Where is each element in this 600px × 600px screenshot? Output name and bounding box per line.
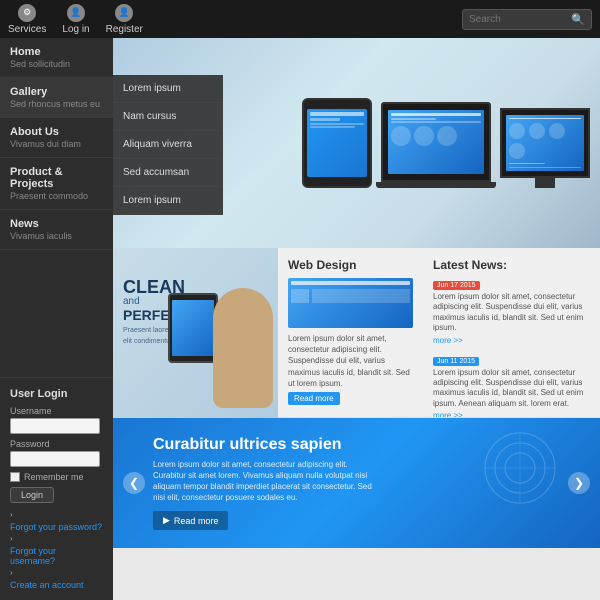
dropdown-item-1[interactable]: Nam cursus <box>113 103 223 131</box>
device-laptop-wrap <box>376 102 496 188</box>
banner-readmore-button[interactable]: ▶ Read more <box>153 511 228 530</box>
news-link-0[interactable]: more >> <box>433 336 463 345</box>
news-item-0: Jun 17 2015 Lorem ipsum dolor sit amet, … <box>433 278 590 346</box>
sidebar-item-home[interactable]: Home Sed sollicitudin <box>0 38 113 78</box>
forgot-username-link[interactable]: Forgot your username? <box>10 546 103 566</box>
banner-text: Lorem ipsum dolor sit amet, consectetur … <box>153 459 373 504</box>
sidebar-item-products[interactable]: Product & Projects Praesent commodo <box>0 158 113 210</box>
hero-devices <box>302 98 600 188</box>
remember-label: Remember me <box>24 472 84 482</box>
main-layout: Home Sed sollicitudin Gallery Sed rhoncu… <box>0 38 600 600</box>
dropdown-item-3[interactable]: Sed accumsan <box>113 159 223 187</box>
play-icon: ▶ <box>163 515 170 526</box>
web-design-preview <box>288 278 413 328</box>
dropdown-item-0[interactable]: Lorem ipsum <box>113 75 223 103</box>
register-icon: 👤 <box>115 4 133 22</box>
sidebar-item-gallery[interactable]: Gallery Sed rhoncus metus eu <box>0 78 113 118</box>
sidebar-about-sub: Vivamus dui diam <box>10 139 103 149</box>
create-account-link[interactable]: Create an account <box>10 580 103 590</box>
device-monitor <box>500 108 590 178</box>
blue-banner: ❮ Curabitur ultrices sapien Lorem ipsum … <box>113 418 600 548</box>
services-nav[interactable]: ⚙ Services <box>8 4 46 35</box>
news-date-0: Jun 17 2015 <box>433 281 480 290</box>
login-label: Log in <box>62 24 89 35</box>
chevron-icon-2: › <box>10 534 13 543</box>
password-input[interactable] <box>10 451 100 467</box>
web-design-section: Web Design Lorem ipsum dolor sit amet, c… <box>278 248 423 417</box>
hand-tablet-device <box>168 293 218 363</box>
device-tablet <box>302 98 372 188</box>
web-design-readmore[interactable]: Read more <box>288 392 340 405</box>
latest-news-title: Latest News: <box>433 258 590 272</box>
sidebar-item-about[interactable]: About Us Vivamus dui diam <box>0 118 113 158</box>
password-label: Password <box>10 439 103 449</box>
gallery-dropdown: Lorem ipsum Nam cursus Aliquam viverra S… <box>113 75 223 215</box>
sidebar-products-title: Product & Projects <box>10 166 103 190</box>
search-box: 🔍 <box>462 9 592 30</box>
tablet-screen <box>307 109 366 178</box>
remember-row: Remember me <box>10 472 103 482</box>
username-label: Username <box>10 406 103 416</box>
web-design-title: Web Design <box>288 258 413 272</box>
tablet-hand-illustration <box>193 288 278 418</box>
monitor-stand <box>535 178 555 188</box>
banner-prev-button[interactable]: ❮ <box>123 472 145 494</box>
login-section-title: User Login <box>10 388 103 400</box>
top-navigation: ⚙ Services 👤 Log in 👤 Register 🔍 <box>0 0 600 38</box>
laptop-screen <box>388 110 483 175</box>
web-design-text: Lorem ipsum dolor sit amet, consectetur … <box>288 333 413 389</box>
web-design-preview-inner <box>288 278 413 328</box>
chevron-icon-3: › <box>10 568 13 577</box>
sidebar-gallery-title: Gallery <box>10 86 103 98</box>
services-label: Services <box>8 24 46 35</box>
content-row: CLEAN and PERFECT Praesent laoreet elit … <box>113 248 600 418</box>
banner-next-button[interactable]: ❯ <box>568 472 590 494</box>
sidebar-item-news[interactable]: News Vivamus iaculis <box>0 210 113 250</box>
latest-news-section: Latest News: Jun 17 2015 Lorem ipsum dol… <box>423 248 600 417</box>
sidebar-news-title: News <box>10 218 103 230</box>
services-icon: ⚙ <box>18 4 36 22</box>
hand-shape <box>213 288 273 408</box>
login-button[interactable]: Login <box>10 487 54 503</box>
login-icon: 👤 <box>67 4 85 22</box>
search-icon[interactable]: 🔍 <box>571 13 585 26</box>
remember-checkbox[interactable] <box>10 472 20 482</box>
search-input[interactable] <box>469 14 571 25</box>
news-text-1: Lorem ipsum dolor sit amet, consectetur … <box>433 368 590 410</box>
sidebar-products-sub: Praesent commodo <box>10 191 103 201</box>
register-nav[interactable]: 👤 Register <box>106 4 143 35</box>
username-input[interactable] <box>10 418 100 434</box>
login-nav[interactable]: 👤 Log in <box>62 4 89 35</box>
sidebar-about-title: About Us <box>10 126 103 138</box>
dropdown-item-2[interactable]: Aliquam viverra <box>113 131 223 159</box>
news-date-1: Jun 11 2015 <box>433 357 479 366</box>
sidebar-gallery-sub: Sed rhoncus metus eu <box>10 99 103 109</box>
sidebar: Home Sed sollicitudin Gallery Sed rhoncu… <box>0 38 113 600</box>
device-laptop <box>381 102 491 182</box>
tablet-promo: CLEAN and PERFECT Praesent laoreet elit … <box>113 248 278 418</box>
banner-decoration <box>480 428 560 508</box>
news-item-1: Jun 11 2015 Lorem ipsum dolor sit amet, … <box>433 354 590 417</box>
chevron-icon-1: › <box>10 510 13 519</box>
register-label: Register <box>106 24 143 35</box>
dropdown-item-4[interactable]: Lorem ipsum <box>113 187 223 215</box>
forgot-password-link[interactable]: Forgot your password? <box>10 522 103 532</box>
banner-btn-label: Read more <box>174 516 219 526</box>
laptop-base <box>376 182 496 188</box>
sidebar-home-title: Home <box>10 46 103 58</box>
news-text-0: Lorem ipsum dolor sit amet, consectetur … <box>433 292 590 334</box>
sidebar-news-sub: Vivamus iaculis <box>10 231 103 241</box>
news-link-1[interactable]: more >> <box>433 411 463 417</box>
monitor-screen <box>506 115 583 171</box>
user-login-section: User Login Username Password Remember me… <box>0 377 113 600</box>
sidebar-home-sub: Sed sollicitudin <box>10 59 103 69</box>
device-monitor-wrap <box>500 108 590 188</box>
